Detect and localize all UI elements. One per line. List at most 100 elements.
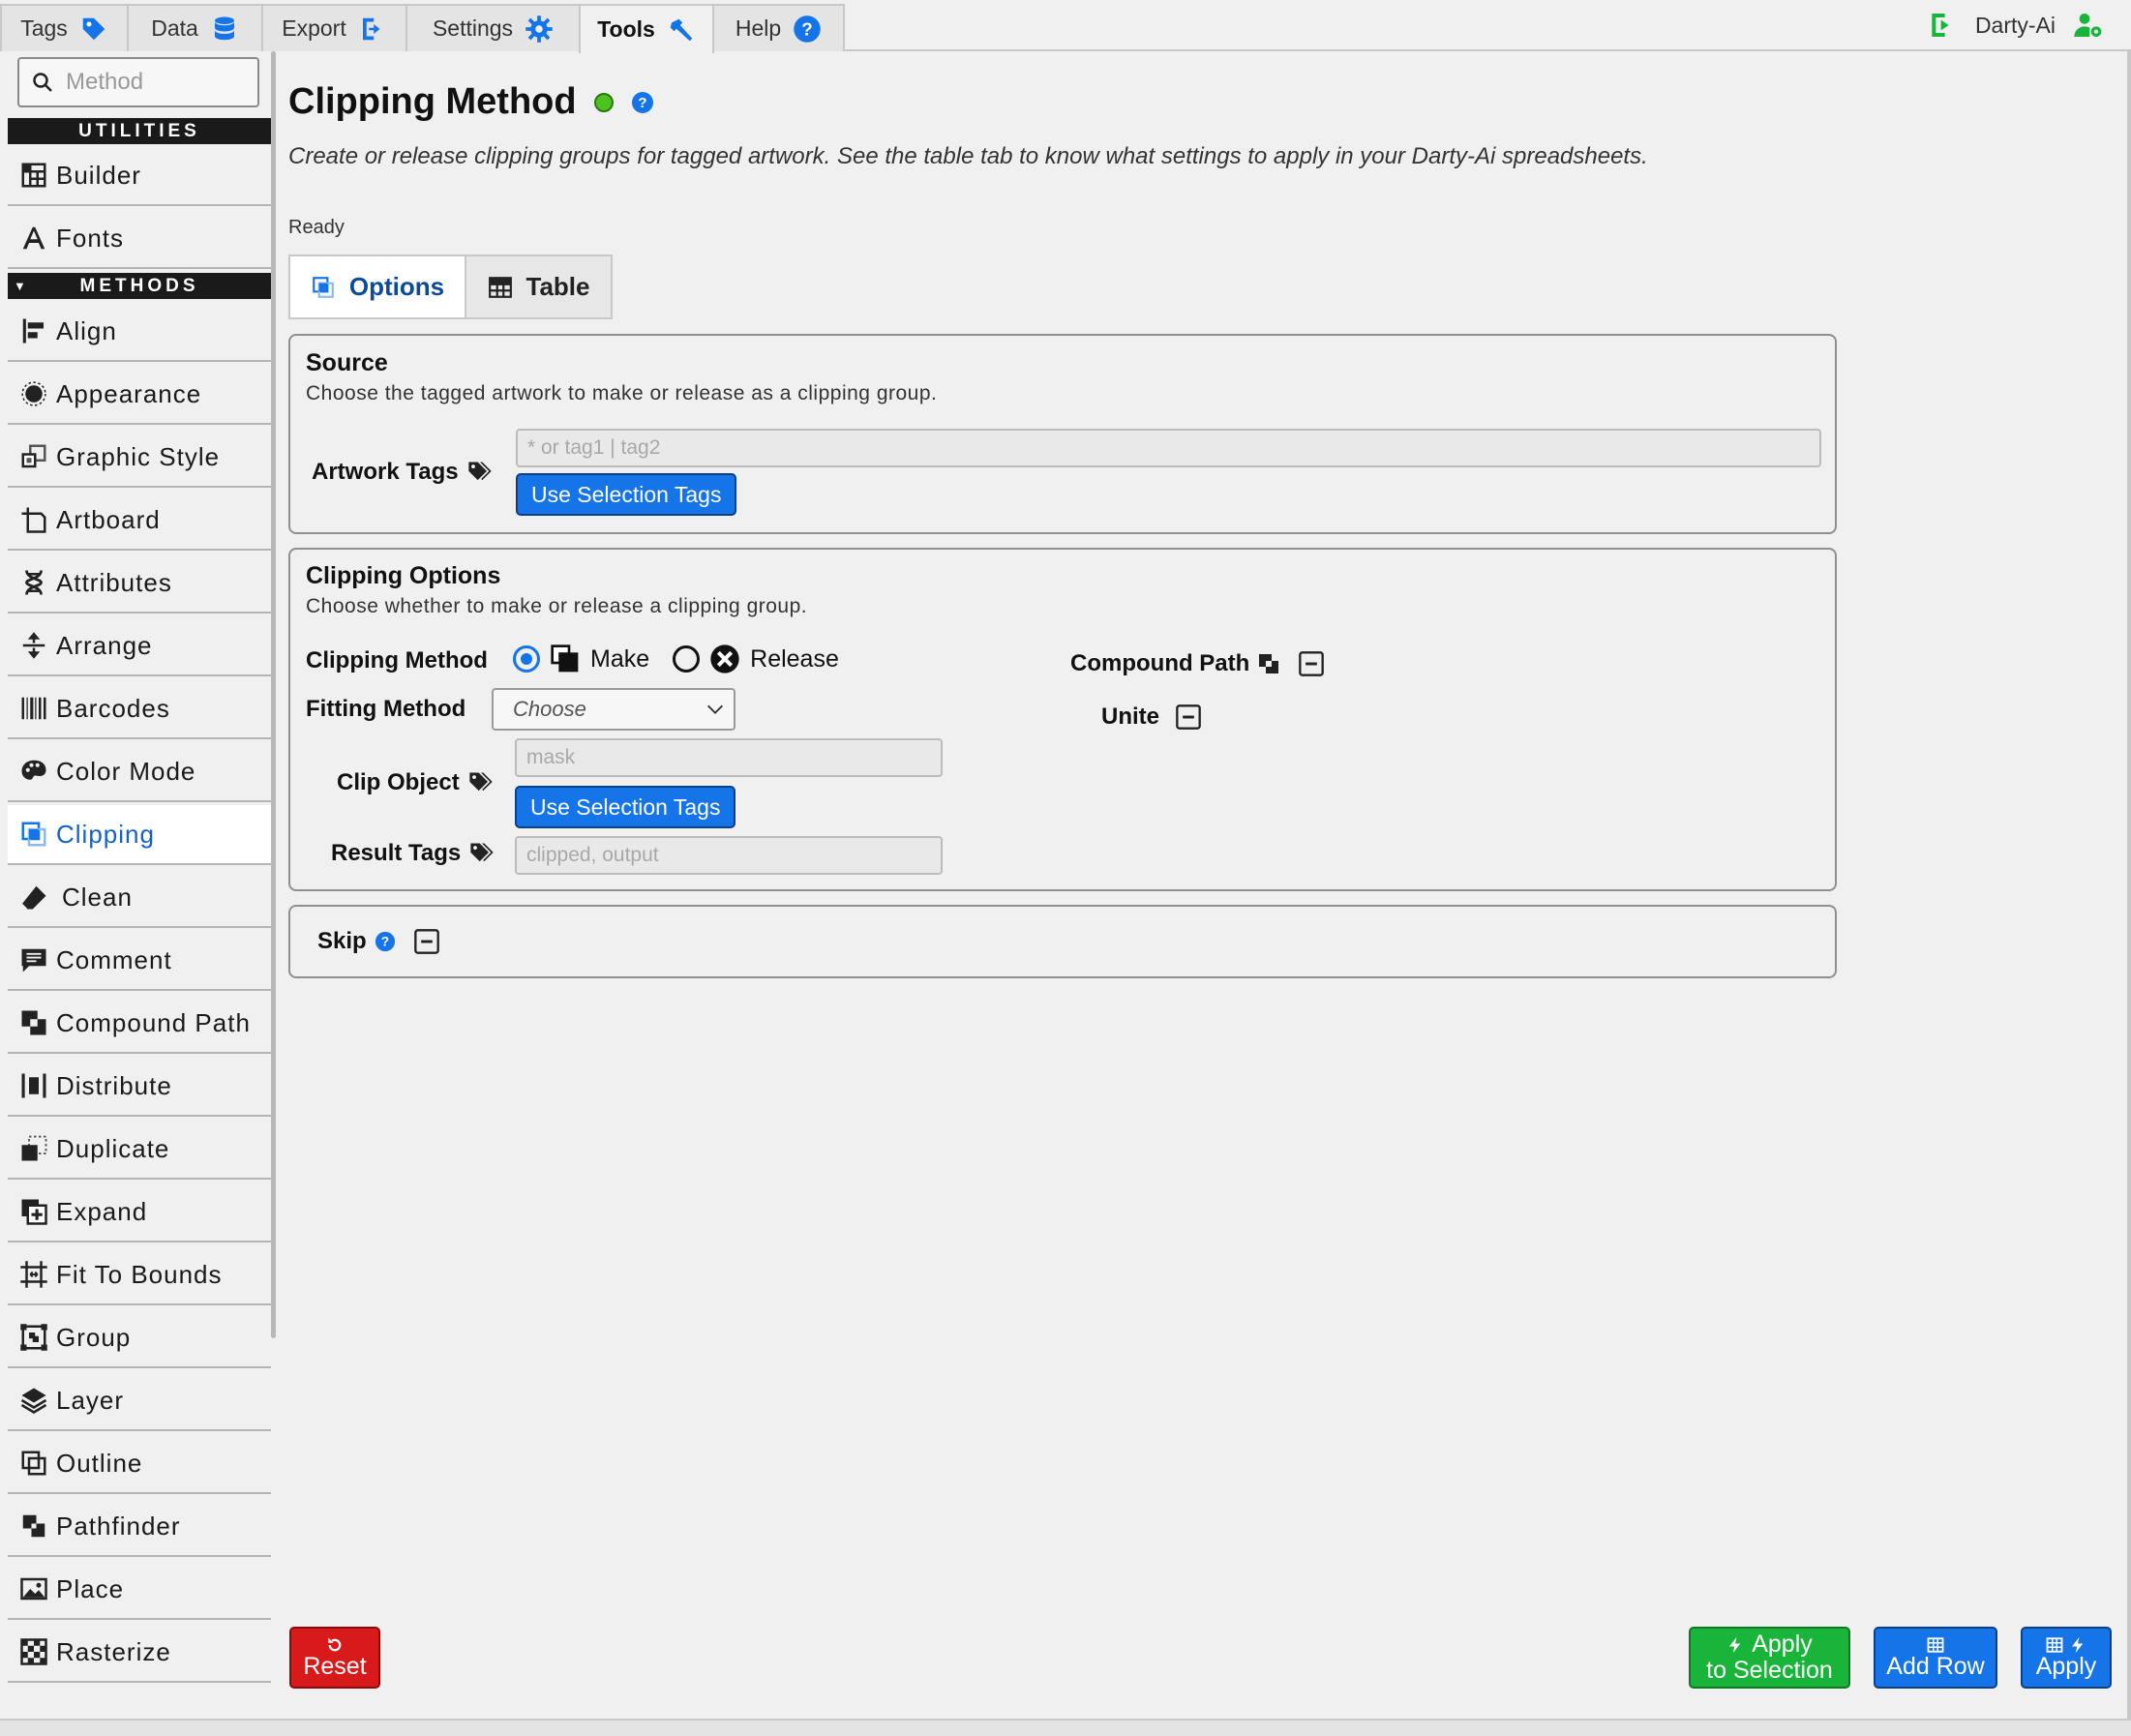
- eraser-icon: [20, 885, 46, 911]
- clip-object-input[interactable]: [515, 738, 943, 777]
- status-text: Ready: [288, 217, 345, 238]
- sidebar-item-arrange[interactable]: Arrange: [8, 616, 271, 676]
- add-row-label: Add Row: [1886, 1652, 1985, 1680]
- appearance-icon: [21, 381, 46, 406]
- tab-data[interactable]: Data: [127, 4, 263, 51]
- sidebar-item-attributes[interactable]: Attributes: [8, 554, 271, 614]
- skip-toggle[interactable]: [413, 928, 440, 955]
- comment-icon: [21, 948, 46, 973]
- sidebar-item-appearance[interactable]: Appearance: [8, 365, 271, 425]
- sidebar-item-align[interactable]: Align: [8, 302, 271, 362]
- expand-icon: [21, 1199, 47, 1225]
- sidebar-item-distribute[interactable]: Distribute: [8, 1057, 271, 1117]
- artwork-tags-label-text: Artwork Tags: [312, 459, 459, 485]
- sidebar-item-label: Comment: [56, 944, 172, 974]
- clip-object-label: Clip Object: [337, 769, 495, 796]
- sidebar-item-label: Layer: [56, 1385, 125, 1415]
- fit-bounds-icon: [20, 1261, 47, 1288]
- tags-icon: [467, 462, 492, 481]
- font-icon: [22, 226, 45, 250]
- tab-settings-label: Settings: [432, 15, 514, 41]
- apply-icons: [2046, 1636, 2086, 1654]
- sidebar-item-clean[interactable]: Clean: [8, 868, 271, 928]
- login-icon[interactable]: [1927, 10, 1958, 41]
- page-description: Create or release clipping groups for ta…: [288, 143, 1648, 169]
- sidebar-item-expand[interactable]: Expand: [8, 1182, 271, 1242]
- add-row-button[interactable]: Add Row: [1874, 1627, 1997, 1689]
- sidebar-item-builder[interactable]: Builder: [8, 146, 271, 206]
- sidebar-item-label: Expand: [56, 1196, 148, 1226]
- apply-button[interactable]: Apply: [2021, 1627, 2112, 1689]
- user-settings-icon[interactable]: [2073, 10, 2104, 41]
- sidebar-item-outline[interactable]: Outline: [8, 1434, 271, 1494]
- use-selection-tags-button[interactable]: Use Selection Tags: [516, 473, 737, 516]
- tab-table-label: Table: [525, 272, 590, 301]
- sidebar-item-comment[interactable]: Comment: [8, 931, 271, 991]
- top-tab-bar: Tags Data Export Settings Tools Help ? D…: [0, 0, 2131, 53]
- sidebar-item-label: Arrange: [56, 630, 153, 660]
- compound-path-label-text: Compound Path: [1070, 650, 1250, 676]
- apply-selection-line1: Apply: [1726, 1631, 1813, 1658]
- sidebar-item-fit-to-bounds[interactable]: Fit To Bounds: [8, 1245, 271, 1305]
- arrange-icon: [22, 632, 45, 659]
- sidebar-item-layer[interactable]: Layer: [8, 1371, 271, 1431]
- unite-toggle[interactable]: [1175, 703, 1202, 731]
- sidebar-item-color-mode[interactable]: Color Mode: [8, 742, 271, 802]
- method-search[interactable]: [17, 57, 259, 107]
- tab-tools[interactable]: Tools: [579, 4, 714, 53]
- methods-header[interactable]: ▼ METHODS: [8, 273, 271, 299]
- tab-export[interactable]: Export: [261, 4, 407, 51]
- bottom-scrollbar[interactable]: [0, 1719, 2131, 1736]
- align-icon: [22, 318, 44, 344]
- release-radio[interactable]: [673, 645, 701, 673]
- sidebar-item-group[interactable]: Group: [8, 1308, 271, 1368]
- tag-icon: [82, 17, 105, 40]
- options-icon: [313, 276, 334, 298]
- sidebar-item-label: Outline: [56, 1448, 143, 1478]
- tab-data-label: Data: [151, 15, 198, 41]
- sidebar-item-label: Barcodes: [56, 693, 170, 723]
- sidebar-item-duplicate[interactable]: Duplicate: [8, 1120, 271, 1180]
- reset-button[interactable]: Reset: [289, 1627, 380, 1689]
- tab-options[interactable]: Options: [288, 254, 466, 319]
- sidebar: UTILITIES Builder Fonts ▼ METHODS Align …: [6, 51, 271, 1696]
- sidebar-item-rasterize[interactable]: Rasterize: [8, 1623, 271, 1683]
- clipping-options-panel: Clipping Options Choose whether to make …: [288, 548, 1837, 891]
- result-tags-label-text: Result Tags: [331, 840, 462, 866]
- svg-text:?: ?: [638, 95, 646, 111]
- sidebar-scrollbar[interactable]: [271, 51, 276, 1338]
- help-icon[interactable]: ?: [631, 91, 654, 114]
- tab-settings[interactable]: Settings: [405, 4, 581, 51]
- gear-icon: [525, 15, 553, 43]
- barcode-icon: [21, 697, 46, 720]
- tab-tags[interactable]: Tags: [0, 4, 129, 51]
- sidebar-item-compound-path[interactable]: Compound Path: [8, 994, 271, 1054]
- clip-object-use-selection-button[interactable]: Use Selection Tags: [515, 786, 736, 828]
- sidebar-item-artboard[interactable]: Artboard: [8, 491, 271, 551]
- tab-help[interactable]: Help ?: [712, 4, 845, 51]
- tab-table[interactable]: Table: [465, 254, 613, 319]
- fitting-method-select[interactable]: Choose: [492, 688, 735, 731]
- apply-to-selection-button[interactable]: Apply to Selection: [1689, 1627, 1850, 1689]
- compound-path-toggle[interactable]: [1298, 650, 1325, 677]
- release-x-icon: [710, 644, 739, 673]
- sidebar-item-barcodes[interactable]: Barcodes: [8, 679, 271, 739]
- sidebar-item-place[interactable]: Place: [8, 1560, 271, 1620]
- sidebar-item-pathfinder[interactable]: Pathfinder: [8, 1497, 271, 1557]
- help-icon[interactable]: ?: [375, 931, 396, 952]
- make-radio[interactable]: [513, 645, 540, 673]
- distribute-icon: [21, 1073, 46, 1098]
- artwork-tags-input[interactable]: [516, 429, 1821, 467]
- clipping-options-title: Clipping Options: [306, 562, 501, 589]
- method-search-input[interactable]: [66, 69, 250, 96]
- sidebar-item-fonts[interactable]: Fonts: [8, 209, 271, 269]
- compound-path-icon: [1259, 654, 1279, 673]
- release-label: Release: [750, 644, 839, 673]
- dna-icon: [25, 570, 43, 595]
- sidebar-item-graphic-style[interactable]: Graphic Style: [8, 428, 271, 488]
- result-tags-input[interactable]: [515, 836, 943, 875]
- skip-panel: Skip ?: [288, 905, 1837, 978]
- sidebar-item-clipping[interactable]: Clipping: [8, 805, 271, 865]
- fitting-method-label: Fitting Method: [306, 696, 466, 722]
- clipping-options-subtitle: Choose whether to make or release a clip…: [306, 595, 808, 617]
